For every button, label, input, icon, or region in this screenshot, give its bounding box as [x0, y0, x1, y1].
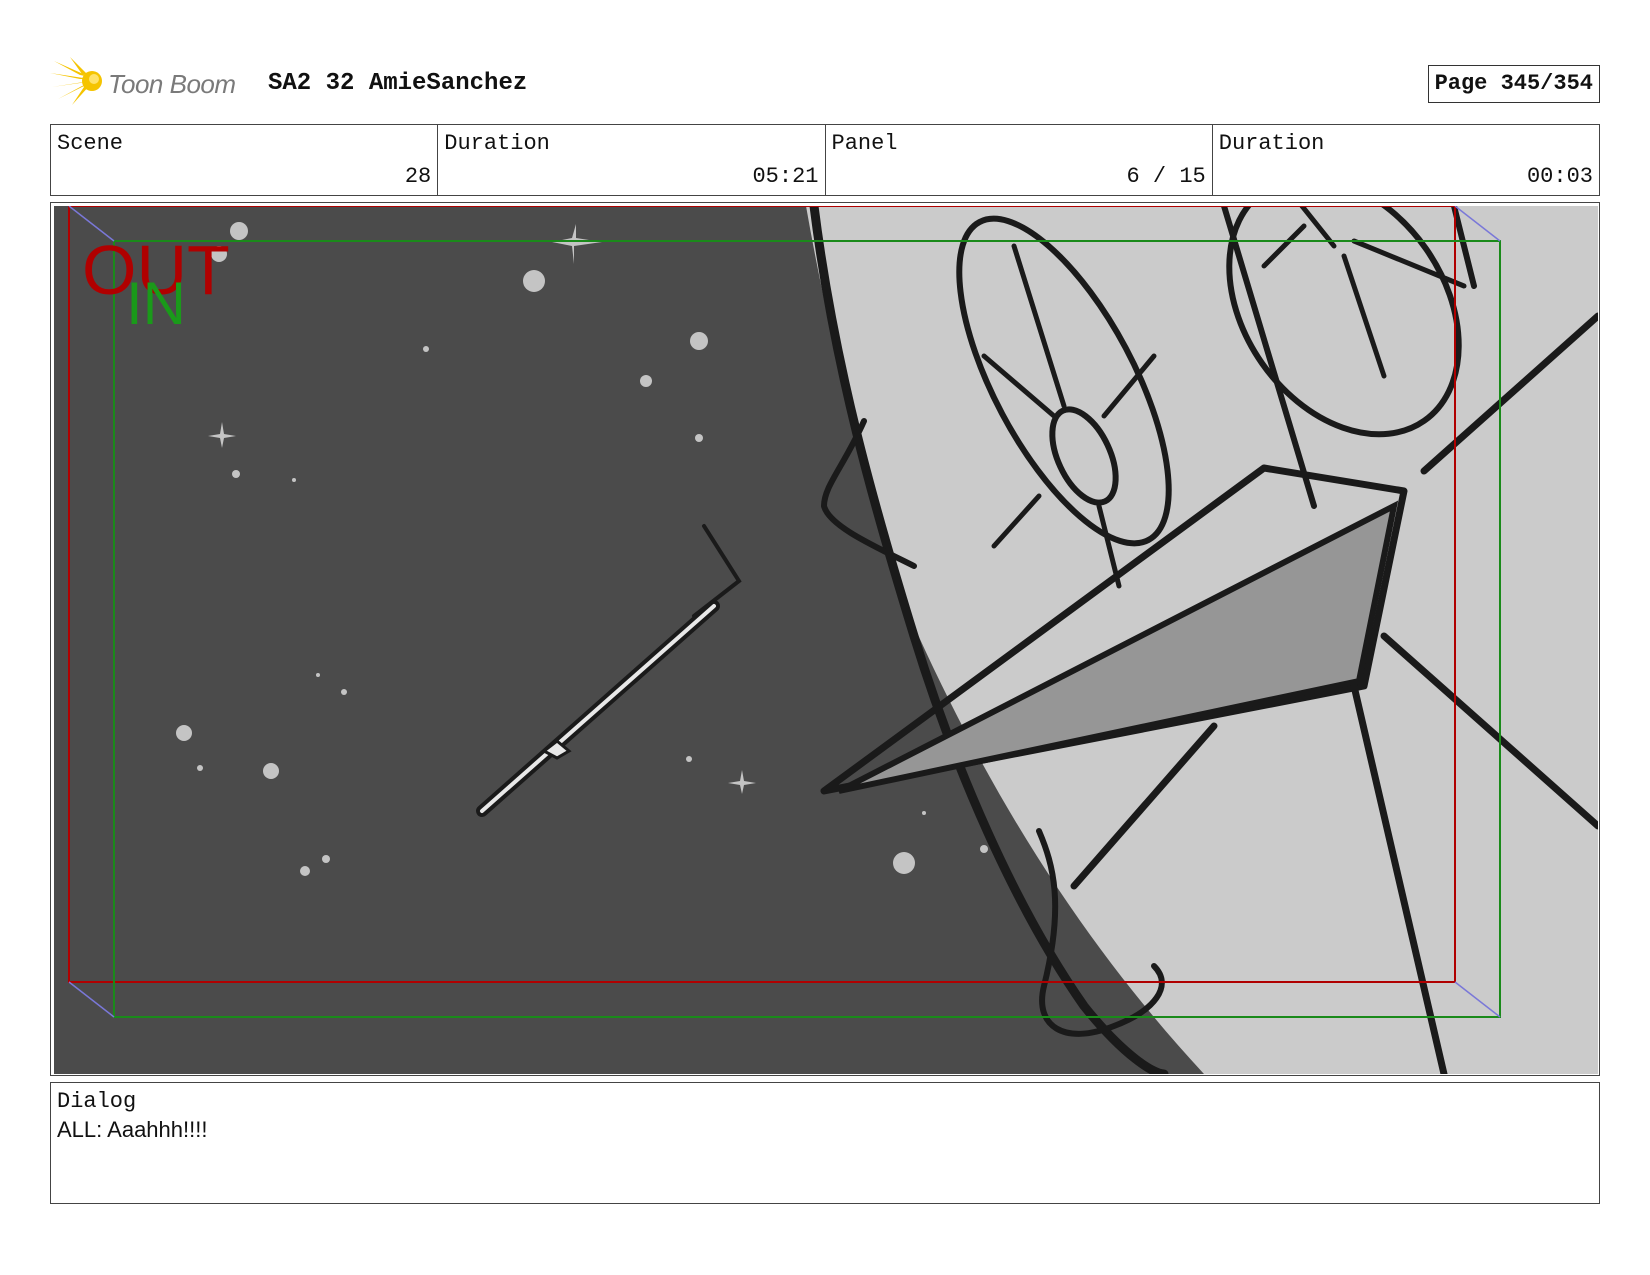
- project-title: SA2 32 AmieSanchez: [268, 70, 528, 97]
- starburst-icon: [50, 57, 102, 105]
- scene-duration-value: 05:21: [752, 164, 819, 189]
- toon-boom-logo: Toon Boom: [50, 55, 250, 105]
- panel-value: 6 / 15: [1126, 164, 1206, 189]
- scene-label: Scene: [57, 131, 124, 156]
- scene-info-table: Scene 28 Duration 05:21 Panel 6 / 15 Dur…: [50, 124, 1600, 196]
- storyboard-panel: OUT IN: [50, 202, 1600, 1076]
- panel-artwork: OUT IN: [54, 206, 1598, 1074]
- panel-label: Panel: [831, 131, 898, 156]
- panel-duration-value: 00:03: [1526, 164, 1593, 189]
- scene-duration-label: Duration: [444, 131, 550, 156]
- scene-value: 28: [404, 164, 432, 189]
- panel-cell: Panel 6 / 15: [826, 125, 1213, 195]
- in-label: IN: [126, 270, 186, 337]
- panel-duration-cell: Duration 00:03: [1213, 125, 1599, 195]
- scene-cell: Scene 28: [51, 125, 439, 195]
- scene-duration-cell: Duration 05:21: [438, 125, 826, 195]
- logo-text: Toon Boom: [108, 69, 236, 99]
- dialog-box: Dialog ALL: Aaahhh!!!!: [50, 1082, 1600, 1204]
- dialog-label: Dialog: [57, 1089, 137, 1114]
- page-header: Toon Boom SA2 32 AmieSanchez Page 345/35…: [50, 55, 1600, 105]
- page-indicator: Page 345/354: [1427, 65, 1600, 103]
- dialog-text: ALL: Aaahhh!!!!: [57, 1117, 208, 1142]
- panel-duration-label: Duration: [1218, 131, 1325, 156]
